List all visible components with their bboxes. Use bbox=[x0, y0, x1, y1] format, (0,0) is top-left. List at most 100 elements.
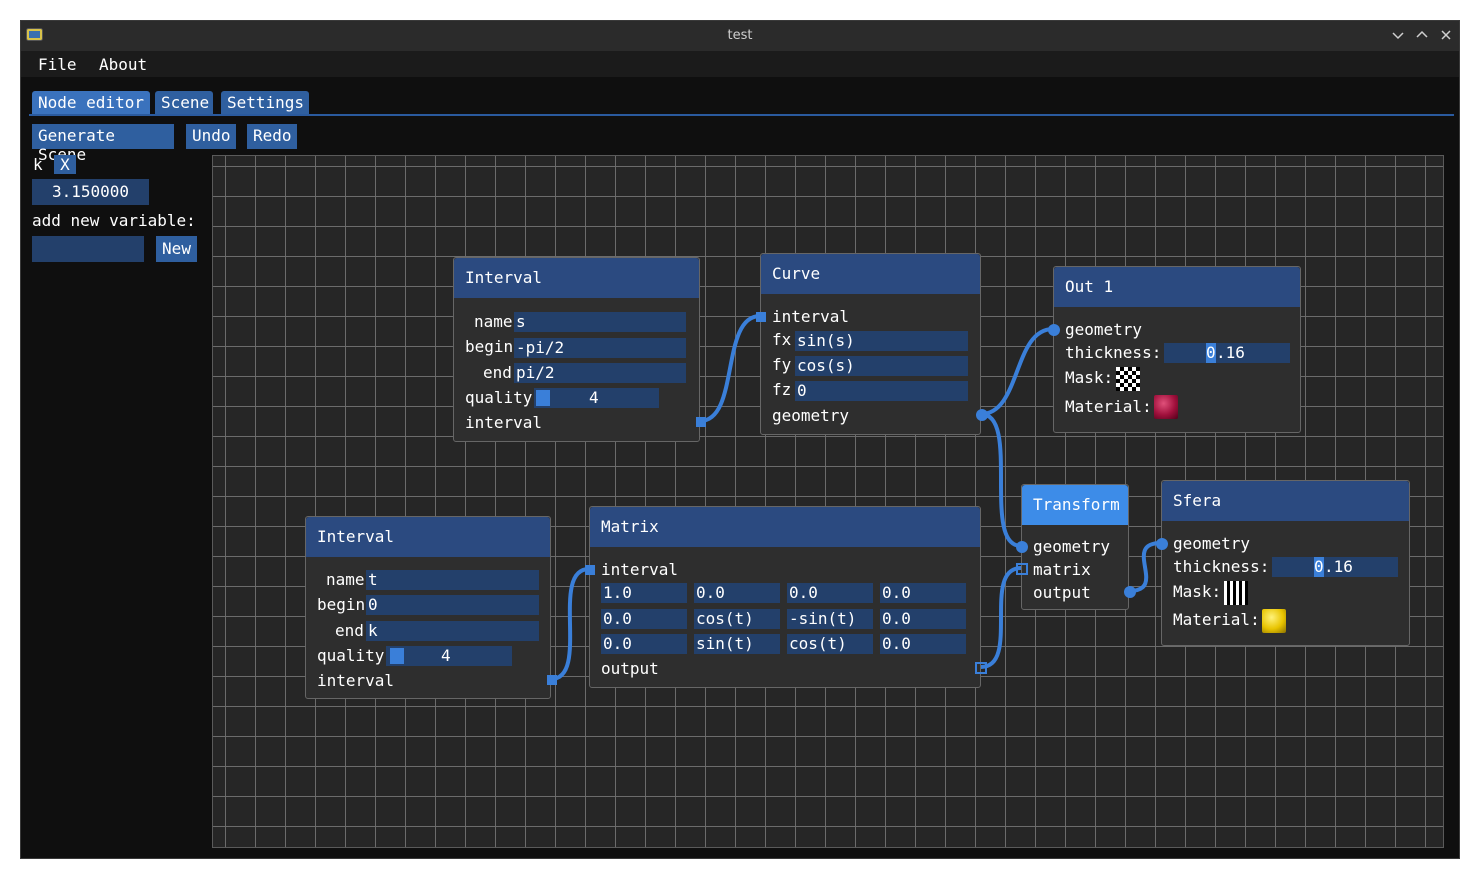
geometry-input-pin[interactable] bbox=[1016, 541, 1028, 553]
close-icon[interactable] bbox=[1438, 27, 1454, 43]
quality-slider[interactable]: 4 bbox=[386, 646, 512, 666]
thickness-input[interactable]: 0 .16 bbox=[1164, 343, 1290, 363]
tab-settings[interactable]: Settings bbox=[221, 91, 309, 115]
name-label: name bbox=[326, 570, 365, 589]
material-yellow-sphere-image[interactable] bbox=[1262, 609, 1286, 633]
mask-checker-image[interactable] bbox=[1116, 367, 1140, 391]
quality-value: 4 bbox=[589, 388, 599, 407]
interval-output-label: interval bbox=[317, 671, 395, 690]
slider-handle[interactable] bbox=[536, 390, 550, 406]
begin-label: begin bbox=[317, 595, 366, 614]
output-pin[interactable] bbox=[1124, 586, 1136, 598]
output-label: output bbox=[601, 659, 659, 678]
end-input[interactable]: pi/2 bbox=[514, 363, 686, 383]
link-matrix-to-transform bbox=[980, 566, 1022, 669]
geometry-input-pin[interactable] bbox=[1048, 324, 1060, 336]
thickness-input[interactable]: 0 .16 bbox=[1272, 557, 1398, 577]
material-label: Material: bbox=[1065, 397, 1152, 416]
node-interval-s[interactable]: Interval name s begin -pi/2 end pi/2 qua… bbox=[453, 257, 706, 442]
mask-label: Mask: bbox=[1065, 368, 1114, 387]
maximize-icon[interactable] bbox=[1414, 27, 1430, 43]
new-variable-input[interactable] bbox=[32, 236, 144, 262]
undo-button[interactable]: Undo bbox=[186, 124, 236, 149]
interval-output-pin[interactable] bbox=[547, 675, 557, 685]
menu-file[interactable]: File bbox=[38, 55, 77, 74]
matrix-cell[interactable]: 0.0 bbox=[880, 634, 966, 654]
geometry-input-label: geometry bbox=[1033, 537, 1111, 556]
matrix-cell[interactable]: cos(t) bbox=[787, 634, 873, 654]
matrix-cell[interactable]: 0.0 bbox=[601, 634, 687, 654]
add-variable-label: add new variable: bbox=[32, 211, 196, 230]
node-canvas[interactable]: Interval name s begin -pi/2 end pi/2 qua… bbox=[212, 155, 1444, 848]
matrix-cell[interactable]: sin(t) bbox=[694, 634, 780, 654]
node-transform[interactable]: Transform geometry matrix output bbox=[1016, 484, 1136, 610]
node-header[interactable]: Interval bbox=[454, 258, 699, 298]
title-bar: test bbox=[21, 21, 1459, 51]
interval-output-pin[interactable] bbox=[696, 417, 706, 427]
matrix-cell[interactable]: 0.0 bbox=[601, 609, 687, 629]
end-input[interactable]: k bbox=[366, 621, 539, 641]
new-variable-button[interactable]: New bbox=[156, 236, 197, 262]
slider-handle[interactable] bbox=[390, 648, 404, 664]
matrix-input-pin[interactable] bbox=[1016, 563, 1028, 575]
matrix-cell[interactable]: cos(t) bbox=[694, 609, 780, 629]
node-sfera[interactable]: Sfera geometry thickness: 0 .16 Mask: Ma… bbox=[1156, 480, 1410, 646]
begin-input[interactable]: 0 bbox=[366, 595, 539, 615]
node-header[interactable]: Matrix bbox=[590, 507, 980, 547]
matrix-cell[interactable]: 0.0 bbox=[787, 583, 873, 603]
interval-input-pin[interactable] bbox=[756, 312, 766, 322]
redo-button[interactable]: Redo bbox=[247, 124, 297, 149]
node-header[interactable]: Sfera bbox=[1162, 481, 1409, 521]
window-title: test bbox=[727, 28, 753, 43]
matrix-cell[interactable]: 0.0 bbox=[694, 583, 780, 603]
matrix-cell[interactable]: -sin(t) bbox=[787, 609, 873, 629]
matrix-cell[interactable]: 0.0 bbox=[880, 609, 966, 629]
tab-node-editor[interactable]: Node editor bbox=[32, 91, 150, 115]
quality-label: quality bbox=[465, 388, 533, 407]
node-header[interactable]: Transform bbox=[1022, 485, 1128, 525]
fz-label: fz bbox=[772, 380, 792, 399]
matrix-cell[interactable]: 0.0 bbox=[880, 583, 966, 603]
begin-input[interactable]: -pi/2 bbox=[514, 338, 686, 358]
mask-stripes-image[interactable] bbox=[1224, 581, 1248, 605]
node-out-1[interactable]: Out 1 geometry thickness: 0 .16 Mask: Ma… bbox=[1048, 266, 1301, 433]
node-header[interactable]: Out 1 bbox=[1054, 267, 1300, 307]
node-matrix[interactable]: Matrix interval 1.0 0.0 0.0 0.0 0.0 cos(… bbox=[585, 506, 987, 688]
interval-input-pin[interactable] bbox=[585, 565, 595, 575]
delete-variable-button[interactable]: X bbox=[54, 155, 76, 174]
node-interval-t[interactable]: Interval name t begin 0 end k quality 4 … bbox=[305, 516, 557, 699]
quality-slider[interactable]: 4 bbox=[534, 388, 659, 408]
matrix-output-pin[interactable] bbox=[975, 662, 987, 674]
app-window: test File About Node editor Scene Settin… bbox=[20, 20, 1460, 859]
geometry-output-pin[interactable] bbox=[976, 409, 988, 421]
fy-input[interactable]: cos(s) bbox=[795, 356, 968, 376]
fz-input[interactable]: 0 bbox=[795, 381, 968, 401]
link-curve-to-out1 bbox=[980, 327, 1054, 416]
material-pink-sphere-image[interactable] bbox=[1154, 395, 1178, 419]
matrix-cell[interactable]: 1.0 bbox=[601, 583, 687, 603]
node-title: Curve bbox=[772, 264, 821, 283]
interval-output-label: interval bbox=[465, 413, 543, 432]
geometry-input-pin[interactable] bbox=[1156, 538, 1168, 550]
node-curve[interactable]: Curve interval fx sin(s) fy cos(s) fz 0 … bbox=[756, 253, 988, 435]
minimize-icon[interactable] bbox=[1390, 27, 1406, 43]
fx-input[interactable]: sin(s) bbox=[795, 331, 968, 351]
quality-value: 4 bbox=[441, 646, 451, 665]
mask-label: Mask: bbox=[1173, 582, 1222, 601]
tab-scene[interactable]: Scene bbox=[155, 91, 213, 115]
node-header[interactable]: Interval bbox=[306, 517, 550, 557]
name-input[interactable]: s bbox=[514, 312, 686, 332]
variable-value-input[interactable]: 3.150000 bbox=[32, 179, 149, 205]
generate-scene-button[interactable]: Generate Scene bbox=[32, 124, 174, 164]
thickness-cursor-char: 0 bbox=[1206, 343, 1216, 363]
menu-about[interactable]: About bbox=[99, 55, 147, 74]
end-label: end bbox=[335, 621, 364, 640]
node-title: Interval bbox=[465, 268, 543, 287]
node-title: Matrix bbox=[601, 517, 659, 536]
thickness-rest: .16 bbox=[1324, 557, 1353, 576]
link-interval-s-to-curve bbox=[699, 314, 761, 423]
name-input[interactable]: t bbox=[366, 570, 539, 590]
link-transform-to-sfera bbox=[1128, 541, 1162, 593]
node-header[interactable]: Curve bbox=[761, 254, 980, 294]
node-title: Interval bbox=[317, 527, 395, 546]
